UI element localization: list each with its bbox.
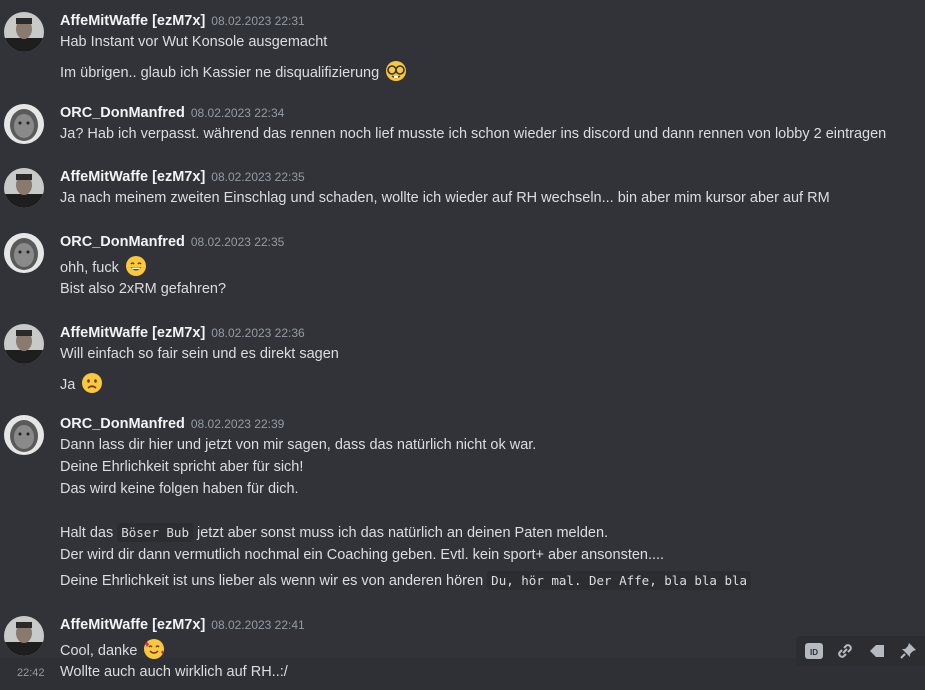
message-text: Das wird keine folgen haben für dich. xyxy=(60,481,299,497)
frowning-emoji[interactable] xyxy=(81,372,103,398)
avatar-affe-image xyxy=(4,616,44,656)
avatar-orc-image xyxy=(4,233,44,273)
message-timestamp: 08.02.2023 22:39 xyxy=(190,417,285,431)
avatar-orc-image xyxy=(4,415,44,455)
message-text: Bist also 2xRM gefahren? xyxy=(60,281,227,297)
avatar-affe-image xyxy=(4,324,44,364)
copy-id-icon[interactable]: ID xyxy=(803,640,825,662)
mark-unread-icon[interactable] xyxy=(866,640,888,662)
message-header: AffeMitWaffe [ezM7x] 08.02.2023 22:31 xyxy=(60,12,305,32)
message-header: AffeMitWaffe [ezM7x] 08.02.2023 22:35 xyxy=(60,168,305,188)
message-text: Hab Instant vor Wut Konsole ausgemacht xyxy=(60,34,328,50)
author-name[interactable]: ORC_DonManfred xyxy=(60,105,185,121)
message-header: ORC_DonManfred 08.02.2023 22:39 xyxy=(60,415,284,435)
message-timestamp: 08.02.2023 22:41 xyxy=(211,618,305,632)
message-header: ORC_DonManfred 08.02.2023 22:34 xyxy=(60,104,284,124)
author-name[interactable]: AffeMitWaffe [ezM7x] xyxy=(60,13,205,29)
author-name[interactable]: AffeMitWaffe [ezM7x] xyxy=(60,617,205,633)
avatar[interactable] xyxy=(4,324,44,364)
message-action-toolbar: ID xyxy=(796,636,925,666)
followup-timestamp: 22:42 xyxy=(17,667,45,679)
copy-link-icon[interactable] xyxy=(834,640,856,662)
message-text: Deine Ehrlichkeit ist uns lieber als wen… xyxy=(60,571,752,590)
author-name[interactable]: AffeMitWaffe [ezM7x] xyxy=(60,325,205,341)
message-text: Halt das Böser Bub jetzt aber sonst muss… xyxy=(60,523,609,542)
inline-code: Du, hör mal. Der Affe, bla bla bla xyxy=(487,571,752,590)
message-text: Dann lass dir hier und jetzt von mir sag… xyxy=(60,437,537,453)
avatar[interactable] xyxy=(4,616,44,656)
message-header: AffeMitWaffe [ezM7x] 08.02.2023 22:36 xyxy=(60,324,305,344)
avatar[interactable] xyxy=(4,168,44,208)
avatar[interactable] xyxy=(4,233,44,273)
grinning-emoji[interactable] xyxy=(125,255,147,281)
message-text: Wollte auch auch wirklich auf RH..:/ xyxy=(60,664,288,680)
message-text: Der wird dir dann vermutlich nochmal ein… xyxy=(60,547,665,563)
message-timestamp: 08.02.2023 22:35 xyxy=(211,170,305,184)
inline-code: Böser Bub xyxy=(117,523,193,542)
author-name[interactable]: ORC_DonManfred xyxy=(60,416,185,432)
message-text: Deine Ehrlichkeit spricht aber für sich! xyxy=(60,459,304,475)
avatar-orc-image xyxy=(4,104,44,144)
message-timestamp: 08.02.2023 22:34 xyxy=(190,106,285,120)
message-text: Cool, danke xyxy=(60,638,165,664)
message-text: Ja xyxy=(60,372,103,398)
message-text: Ja nach meinem zweiten Einschlag und sch… xyxy=(60,190,830,206)
message-text: Im übrigen.. glaub ich Kassier ne disqua… xyxy=(60,60,407,86)
message-timestamp: 08.02.2023 22:35 xyxy=(190,235,285,249)
message-text: Ja? Hab ich verpasst. während das rennen… xyxy=(60,126,887,142)
avatar-affe-image xyxy=(4,12,44,52)
avatar-affe-image xyxy=(4,168,44,208)
message-header: AffeMitWaffe [ezM7x] 08.02.2023 22:41 xyxy=(60,616,305,636)
author-name[interactable]: ORC_DonManfred xyxy=(60,234,185,250)
message-text: Will einfach so fair sein und es direkt … xyxy=(60,346,339,362)
nerd-face-emoji[interactable] xyxy=(385,60,407,86)
avatar[interactable] xyxy=(4,104,44,144)
author-name[interactable]: AffeMitWaffe [ezM7x] xyxy=(60,169,205,185)
message-timestamp: 08.02.2023 22:31 xyxy=(211,14,305,28)
pin-icon[interactable] xyxy=(897,640,919,662)
smiling-hearts-emoji[interactable] xyxy=(143,638,165,664)
message-header: ORC_DonManfred 08.02.2023 22:35 xyxy=(60,233,284,253)
avatar[interactable] xyxy=(4,415,44,455)
message-timestamp: 08.02.2023 22:36 xyxy=(211,326,305,340)
svg-text:ID: ID xyxy=(810,648,818,657)
message-text: ohh, fuck xyxy=(60,255,147,281)
avatar[interactable] xyxy=(4,12,44,52)
